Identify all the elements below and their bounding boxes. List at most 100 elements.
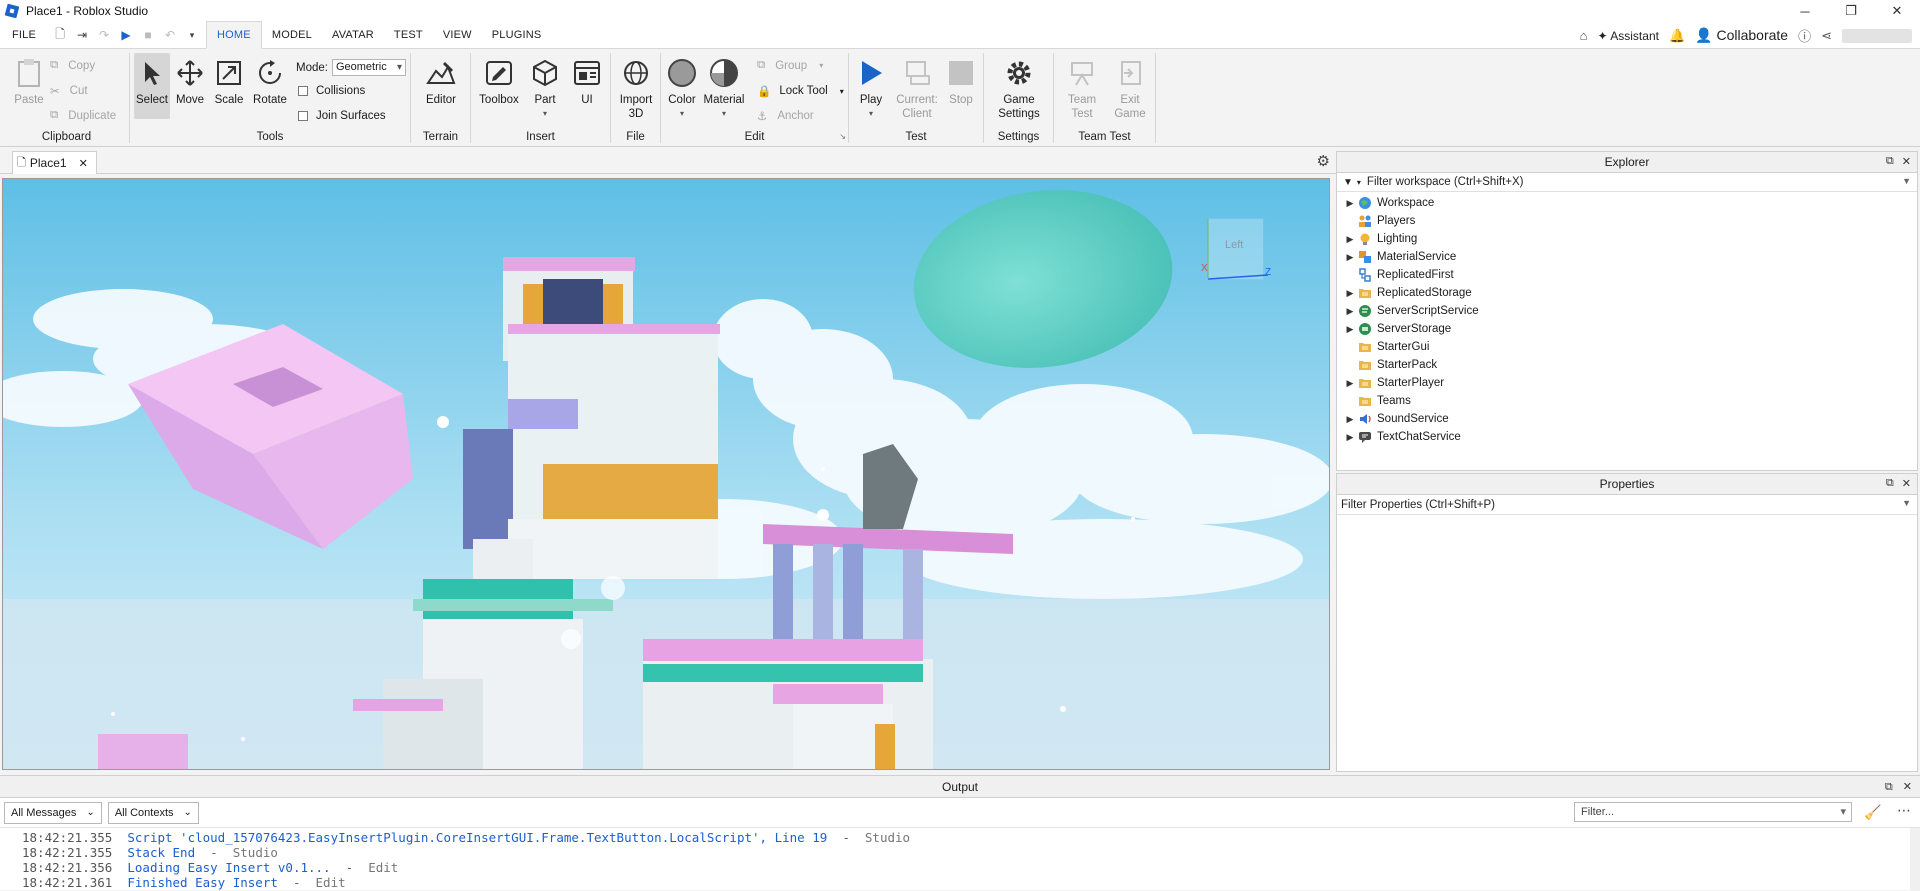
part-button[interactable]: Part ▾: [525, 57, 565, 121]
quick-play-icon[interactable]: ▶: [118, 27, 134, 43]
expand-arrow-icon[interactable]: ▶: [1343, 378, 1357, 389]
tab-view[interactable]: VIEW: [433, 22, 482, 49]
redo-icon[interactable]: ↷: [96, 27, 112, 43]
explorer-item-players[interactable]: Players: [1337, 212, 1917, 230]
explorer-item-textchatservice[interactable]: ▶ TextChatService: [1337, 428, 1917, 446]
explorer-item-teams[interactable]: Teams: [1337, 392, 1917, 410]
tab-avatar[interactable]: AVATAR: [322, 22, 384, 49]
explorer-popout-icon[interactable]: ⧉: [1886, 155, 1894, 168]
output-filter-input[interactable]: Filter...: [1574, 802, 1852, 822]
expand-arrow-icon[interactable]: ▶: [1343, 234, 1357, 245]
group-button[interactable]: ⧉ Group ▾: [757, 59, 823, 72]
restore-button[interactable]: ❐: [1828, 0, 1874, 22]
viewport-settings-gear-icon[interactable]: ⚙: [1317, 152, 1330, 170]
expand-arrow-icon[interactable]: ▶: [1343, 324, 1357, 335]
lock-tool-button[interactable]: 🔒 Lock Tool ▾: [757, 84, 844, 98]
exit-game-button[interactable]: Exit Game: [1108, 57, 1152, 121]
mode-select[interactable]: Geometric: [331, 59, 406, 76]
play-button[interactable]: Play ▾: [853, 57, 889, 121]
explorer-item-starterpack[interactable]: StarterPack: [1337, 356, 1917, 374]
new-file-icon[interactable]: 🗋: [52, 27, 68, 43]
output-close-icon[interactable]: ✕: [1903, 776, 1912, 798]
expand-arrow-icon[interactable]: ▶: [1343, 288, 1357, 299]
3d-viewport[interactable]: Left Z X: [2, 178, 1330, 770]
cut-button[interactable]: ✂ Cut: [50, 84, 88, 98]
expand-arrow-icon[interactable]: ▶: [1343, 198, 1357, 209]
scale-tool-button[interactable]: Scale: [210, 57, 248, 107]
contexts-filter-dropdown[interactable]: All Contexts ⌄: [107, 801, 199, 824]
minimize-button[interactable]: ─: [1782, 0, 1828, 22]
explorer-item-serverstorage[interactable]: ▶ ServerStorage: [1337, 320, 1917, 338]
collisions-toggle[interactable]: Collisions: [298, 85, 365, 97]
join-surfaces-checkbox[interactable]: [298, 111, 308, 121]
expand-arrow-icon[interactable]: ▶: [1343, 432, 1357, 443]
tab-plugins[interactable]: PLUGINS: [482, 22, 552, 49]
explorer-item-materialservice[interactable]: ▶ MaterialService: [1337, 248, 1917, 266]
quick-stop-icon[interactable]: ■: [140, 27, 156, 43]
color-dropdown-icon[interactable]: ▾: [680, 107, 684, 121]
terrain-editor-button[interactable]: Editor: [419, 57, 463, 107]
tab-place1[interactable]: 🗋 Place1 ✕: [12, 151, 97, 174]
assistant-button[interactable]: ✦ Assistant: [1598, 29, 1659, 43]
explorer-item-workspace[interactable]: ▶ Workspace: [1337, 194, 1917, 212]
explorer-item-startergui[interactable]: StarterGui: [1337, 338, 1917, 356]
collisions-checkbox[interactable]: [298, 86, 308, 96]
tab-test[interactable]: TEST: [384, 22, 433, 49]
explorer-item-replicatedstorage[interactable]: ▶ ReplicatedStorage: [1337, 284, 1917, 302]
tab-model[interactable]: MODEL: [262, 22, 322, 49]
close-button[interactable]: ✕: [1874, 0, 1920, 22]
explorer-filter-caret-icon[interactable]: ▼: [1902, 176, 1911, 186]
share-icon[interactable]: ⋖: [1821, 28, 1832, 44]
collaborate-button[interactable]: 👤 Collaborate: [1695, 27, 1788, 44]
undo-icon[interactable]: ↶: [162, 27, 178, 43]
output-scrollbar[interactable]: [1910, 828, 1920, 891]
select-tool-button[interactable]: Select: [134, 53, 170, 119]
expand-arrow-icon[interactable]: ▶: [1343, 414, 1357, 425]
output-popout-icon[interactable]: ⧉: [1885, 776, 1893, 798]
explorer-filter-input[interactable]: ▼ ▾ Filter workspace (Ctrl+Shift+X) ▼: [1337, 173, 1917, 192]
properties-popout-icon[interactable]: ⧉: [1886, 477, 1894, 490]
explorer-item-starterplayer[interactable]: ▶ StarterPlayer: [1337, 374, 1917, 392]
notifications-icon[interactable]: 🔔: [1669, 28, 1685, 44]
properties-close-icon[interactable]: ✕: [1902, 477, 1911, 490]
publish-icon[interactable]: ⇥: [74, 27, 90, 43]
ui-button[interactable]: UI: [567, 57, 607, 107]
anchor-button[interactable]: ⚓ Anchor: [757, 109, 814, 123]
tab-home[interactable]: HOME: [206, 21, 262, 49]
messages-filter-dropdown[interactable]: All Messages ⌄: [4, 801, 102, 824]
team-test-button[interactable]: Team Test: [1060, 57, 1104, 121]
rotate-tool-button[interactable]: Rotate: [250, 57, 290, 107]
explorer-close-icon[interactable]: ✕: [1902, 155, 1911, 168]
account-avatar[interactable]: [1842, 28, 1912, 43]
clear-output-broom-icon[interactable]: 🧹: [1864, 804, 1881, 821]
material-dropdown-icon[interactable]: ▾: [722, 107, 726, 121]
home-icon[interactable]: ⌂: [1580, 28, 1588, 43]
move-tool-button[interactable]: Move: [172, 57, 208, 107]
paste-button[interactable]: Paste: [10, 57, 48, 107]
edit-group-expand-icon[interactable]: ↘: [839, 132, 846, 141]
material-button[interactable]: Material ▾: [701, 57, 747, 121]
color-button[interactable]: Color ▾: [663, 57, 701, 121]
output-more-options-icon[interactable]: ⋯: [1897, 802, 1911, 819]
join-surfaces-toggle[interactable]: Join Surfaces: [298, 110, 386, 122]
stop-button[interactable]: Stop: [943, 57, 979, 107]
import-3d-button[interactable]: Import 3D: [615, 57, 657, 121]
game-settings-button[interactable]: Game Settings: [992, 57, 1046, 121]
part-dropdown-icon[interactable]: ▾: [543, 107, 547, 121]
tab-close-icon[interactable]: ✕: [79, 157, 88, 170]
explorer-item-serverscriptservice[interactable]: ▶ ServerScriptService: [1337, 302, 1917, 320]
toolbox-button[interactable]: Toolbox: [475, 57, 523, 107]
expand-arrow-icon[interactable]: ▶: [1343, 306, 1357, 317]
expand-arrow-icon[interactable]: ▶: [1343, 252, 1357, 263]
explorer-item-replicatedfirst[interactable]: ReplicatedFirst: [1337, 266, 1917, 284]
properties-filter-caret-icon[interactable]: ▼: [1902, 498, 1911, 508]
explorer-item-lighting[interactable]: ▶ Lighting: [1337, 230, 1917, 248]
help-icon[interactable]: ⓘ: [1798, 26, 1811, 45]
explorer-item-soundservice[interactable]: ▶ SoundService: [1337, 410, 1917, 428]
duplicate-button[interactable]: ⧉ Duplicate: [50, 109, 116, 122]
current-client-button[interactable]: Current: Client: [893, 57, 941, 121]
properties-filter-input[interactable]: Filter Properties (Ctrl+Shift+P) ▼: [1337, 495, 1917, 515]
copy-button[interactable]: ⧉ Copy: [50, 59, 95, 72]
play-dropdown-icon[interactable]: ▾: [869, 107, 873, 121]
quick-access-dropdown-icon[interactable]: ▾: [184, 27, 200, 43]
